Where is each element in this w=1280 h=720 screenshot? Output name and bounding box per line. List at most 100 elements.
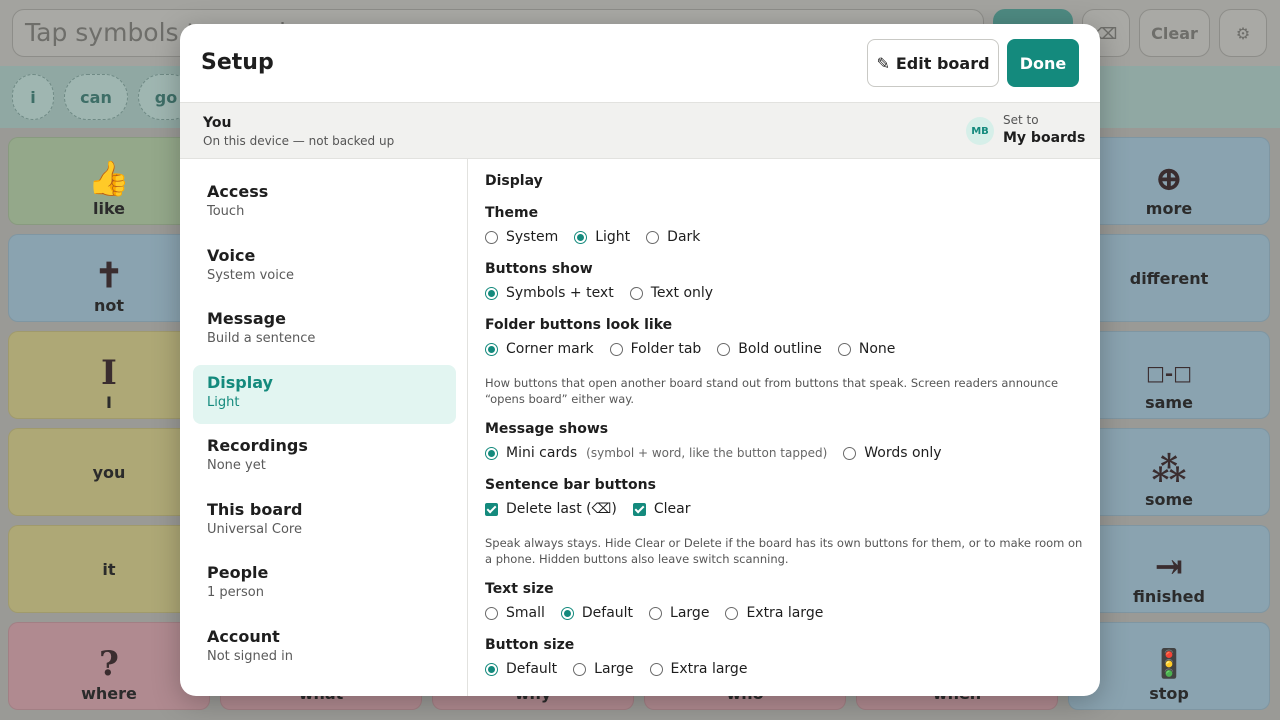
radio-button[interactable] — [609, 342, 623, 356]
sidebar-item-sub: 1 person — [207, 585, 264, 600]
theme-option-system[interactable]: System — [485, 229, 558, 245]
radio-button[interactable] — [485, 230, 498, 244]
sidebar-item-label: Message — [207, 309, 286, 328]
button-size-option-extra-large[interactable]: Extra large — [649, 661, 747, 677]
set-to-label: Set to — [1003, 113, 1039, 127]
avatar[interactable]: MB — [966, 117, 994, 145]
edit-board-button[interactable]: ✎ Edit board — [867, 39, 999, 87]
checkbox[interactable] — [485, 502, 498, 516]
folder-option-folder-tab[interactable]: Folder tab — [609, 341, 701, 357]
checkbox[interactable] — [632, 502, 646, 516]
sidebar-item-sub: None yet — [207, 458, 266, 473]
sidebar-item-label: Voice — [207, 246, 256, 265]
radio-button[interactable] — [843, 446, 857, 460]
radio-button[interactable] — [485, 662, 498, 676]
option-label: Small — [506, 605, 545, 621]
option-label: Words only — [864, 445, 942, 461]
button-size-options: Default Large Extra large — [485, 661, 763, 677]
user-backup-status: On this device — not backed up — [203, 134, 395, 148]
section-heading: Display — [485, 173, 543, 189]
button-size-option-default[interactable]: Default — [485, 661, 557, 677]
sidebar-item-recordings[interactable]: Recordings None yet — [193, 428, 456, 487]
buttons-show-option-symbols-text[interactable]: Symbols + text — [485, 285, 614, 301]
option-label: Corner mark — [506, 341, 594, 357]
set-to-value[interactable]: My boards — [1003, 130, 1085, 146]
cell-label: it — [102, 559, 116, 579]
radio-button[interactable] — [717, 342, 731, 356]
cell-label: like — [92, 199, 126, 218]
cell-label: where — [81, 684, 137, 703]
text-size-options: Small Default Large Extra large — [485, 605, 839, 621]
theme-label: Theme — [485, 205, 539, 221]
message-option-mini-cards[interactable]: Mini cards (symbol + word, like the butto… — [485, 445, 827, 461]
same-symbol-icon: □-□ — [1145, 361, 1193, 385]
cell-label: more — [1145, 199, 1193, 218]
folder-buttons-help: How buttons that open another board stan… — [485, 376, 1059, 406]
clear-button[interactable]: Clear — [1139, 9, 1210, 57]
option-label: Dark — [667, 229, 701, 245]
cell-label: same — [1145, 393, 1193, 412]
option-label: Mini cards — [506, 445, 578, 461]
thumbs-up-icon: 👍 — [87, 159, 131, 199]
cell-label: I — [106, 393, 112, 412]
text-size-option-default[interactable]: Default — [560, 605, 633, 621]
radio-button[interactable] — [485, 286, 498, 300]
radio-button[interactable] — [485, 606, 498, 620]
option-label: Default — [506, 661, 558, 677]
radio-button[interactable] — [574, 230, 588, 244]
sentence-bar-delete-option[interactable]: Delete last (⌫) — [485, 501, 617, 517]
folder-option-corner-mark[interactable]: Corner mark — [485, 341, 594, 357]
some-symbol-icon: ⁂ — [1151, 450, 1187, 490]
sidebar-item-people[interactable]: People 1 person — [193, 555, 456, 614]
sidebar-item-this-board[interactable]: This board Universal Core — [193, 492, 456, 551]
not-symbol-icon: ✝ — [94, 256, 124, 296]
text-size-option-small[interactable]: Small — [485, 605, 545, 621]
option-note: (symbol + word, like the button tapped) — [586, 446, 828, 460]
message-shows-label: Message shows — [485, 421, 609, 437]
option-label: Large — [670, 605, 710, 621]
button-size-label: Button size — [485, 637, 575, 653]
radio-button[interactable] — [837, 342, 851, 356]
radio-button[interactable] — [649, 662, 663, 676]
sentence-bar-clear-option[interactable]: Clear — [632, 501, 691, 517]
radio-button[interactable] — [485, 446, 498, 460]
text-size-option-large[interactable]: Large — [649, 605, 709, 621]
suggestion-chip[interactable]: i — [12, 74, 54, 120]
theme-option-dark[interactable]: Dark — [646, 229, 700, 245]
suggestion-chip[interactable]: can — [64, 74, 128, 120]
radio-button[interactable] — [573, 662, 587, 676]
folder-option-bold-outline[interactable]: Bold outline — [717, 341, 822, 357]
theme-option-light[interactable]: Light — [574, 229, 630, 245]
radio-button[interactable] — [725, 606, 739, 620]
sidebar-item-voice[interactable]: Voice System voice — [193, 238, 456, 297]
button-size-option-large[interactable]: Large — [573, 661, 634, 677]
radio-button[interactable] — [560, 606, 574, 620]
traffic-light-icon: 🚦 — [1151, 647, 1187, 680]
display-settings-panel: Display Theme System Light Dark Buttons … — [469, 159, 1100, 696]
setup-dialog: Setup ✎ Edit board Done You On this devi… — [180, 24, 1100, 696]
sidebar-item-account[interactable]: Account Not signed in — [193, 619, 456, 678]
user-profile-strip: You On this device — not backed up MB Se… — [180, 102, 1100, 159]
radio-button[interactable] — [485, 342, 498, 356]
settings-button[interactable]: ⚙ — [1219, 9, 1267, 57]
option-label: Bold outline — [738, 341, 822, 357]
option-label: Symbols + text — [506, 285, 614, 301]
sidebar-item-message[interactable]: Message Build a sentence — [193, 301, 456, 360]
radio-button[interactable] — [649, 606, 663, 620]
sentence-bar-options: Delete last (⌫) Clear — [485, 501, 707, 517]
folder-option-none[interactable]: None — [837, 341, 895, 357]
buttons-show-label: Buttons show — [485, 261, 593, 277]
sidebar-item-access[interactable]: Access Touch — [193, 174, 456, 233]
radio-button[interactable] — [629, 286, 643, 300]
option-label: System — [506, 229, 559, 245]
radio-button[interactable] — [646, 230, 660, 244]
buttons-show-option-text-only[interactable]: Text only — [629, 285, 713, 301]
option-label: Light — [595, 229, 631, 245]
cell-label: stop — [1149, 684, 1189, 703]
done-button[interactable]: Done — [1007, 39, 1079, 87]
sidebar-item-sub: Universal Core — [207, 522, 302, 537]
sidebar-item-display[interactable]: Display Light — [193, 365, 456, 424]
sidebar-item-sub: Build a sentence — [207, 331, 316, 346]
message-option-words-only[interactable]: Words only — [843, 445, 942, 461]
text-size-option-extra-large[interactable]: Extra large — [725, 605, 823, 621]
